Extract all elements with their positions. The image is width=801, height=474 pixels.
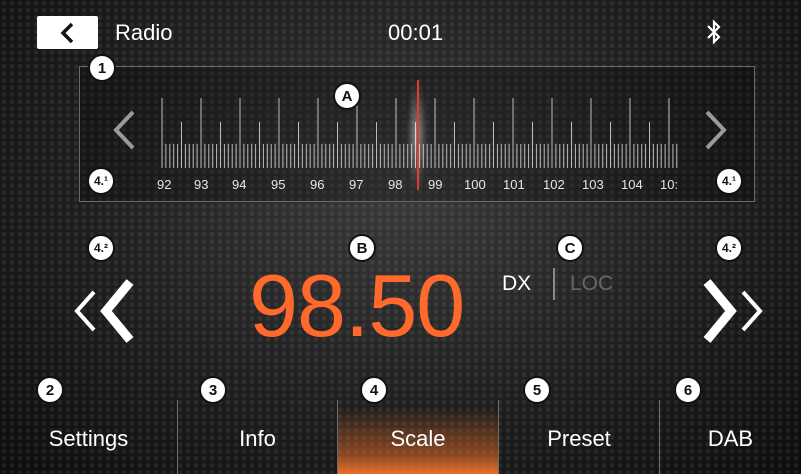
tab-label: Settings (48, 426, 129, 451)
tab-label: Preset (547, 426, 611, 451)
callout-badge: 4.¹ (87, 167, 115, 195)
loc-toggle[interactable]: LOC (570, 272, 613, 296)
callout-badge: B (348, 234, 376, 262)
callout-badge: 3 (199, 376, 227, 404)
tick-label: 101 (503, 177, 525, 192)
tick-label: 100 (464, 177, 486, 192)
dx-toggle[interactable]: DX (502, 272, 531, 296)
tick-label: 97 (349, 177, 364, 192)
frequency-display: 98.50 (249, 256, 465, 355)
tick-label: 96 (310, 177, 325, 192)
callout-badge: 6 (674, 376, 702, 404)
tab-scale[interactable]: Scale (338, 400, 498, 474)
tick-label: 93 (194, 177, 209, 192)
tick-label: 92 (157, 177, 172, 192)
tick-label: 98 (388, 177, 403, 192)
scale-left-arrow-icon[interactable] (111, 108, 137, 152)
tab-label: Scale (390, 426, 446, 451)
tab-label: DAB (707, 426, 754, 451)
tick-label: 99 (428, 177, 443, 192)
seek-forward-icon[interactable] (703, 278, 773, 344)
callout-badge: 2 (36, 376, 64, 404)
tab-settings[interactable]: Settings (0, 400, 177, 474)
tab-label: Info (239, 426, 276, 451)
callout-badge: C (556, 234, 584, 262)
tuning-needle (417, 80, 419, 190)
callout-badge: 5 (523, 376, 551, 404)
tick-label: 95 (271, 177, 286, 192)
callout-badge: 4 (360, 376, 388, 404)
dx-loc-divider (553, 268, 555, 300)
callout-badge: 4.² (87, 234, 115, 262)
tab-preset[interactable]: Preset (499, 400, 659, 474)
callout-badge: 4.² (715, 234, 743, 262)
callout-badge: 4.¹ (715, 167, 743, 195)
tab-dab[interactable]: DAB (660, 400, 801, 474)
tab-info[interactable]: Info (178, 400, 337, 474)
tick-label: 10: (660, 177, 679, 192)
callout-badge: A (333, 82, 361, 110)
callout-badge: 1 (88, 54, 116, 82)
tick-label: 102 (543, 177, 565, 192)
tick-label: 104 (621, 177, 643, 192)
tick-label: 103 (582, 177, 604, 192)
scale-right-arrow-icon[interactable] (703, 108, 729, 152)
seek-back-icon[interactable] (64, 278, 134, 344)
tick-label: 94 (232, 177, 247, 192)
